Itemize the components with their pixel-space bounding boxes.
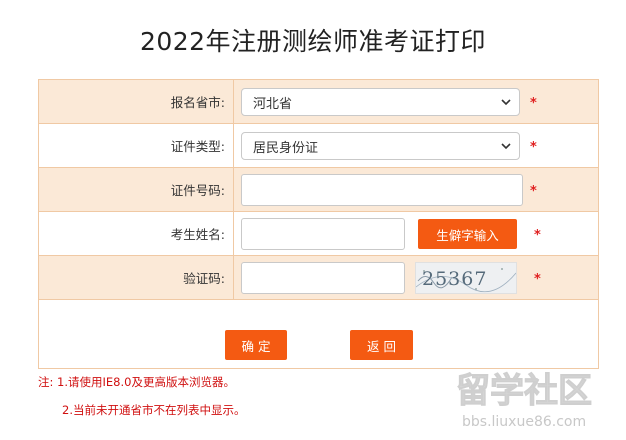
form-row-id-number: 证件号码: * <box>39 168 598 212</box>
form-actions: 确 定 返 回 <box>39 300 598 368</box>
form-row-id-type: 证件类型: 居民身份证 * <box>39 124 598 168</box>
form-row-name: 考生姓名: 生僻字输入 * <box>39 212 598 256</box>
captcha-graphic: 25367 <box>416 268 516 293</box>
back-button[interactable]: 返 回 <box>350 330 413 360</box>
required-mark: * <box>530 184 537 199</box>
page-title: 2022年注册测绘师准考证打印 <box>139 27 487 56</box>
rare-char-input-button[interactable]: 生僻字输入 <box>418 219 517 249</box>
watermark-logo: 留学社区 bbs.liuxue86.com <box>456 371 593 431</box>
chevron-down-icon <box>501 143 511 150</box>
watermark-url: bbs.liuxue86.com <box>462 414 586 430</box>
form-row-province: 报名省市: 河北省 * <box>39 80 598 124</box>
province-selected-value: 河北省 <box>253 96 293 112</box>
captcha-text: 25367 <box>422 268 487 290</box>
captcha-image[interactable]: 25367 <box>415 262 517 294</box>
province-select[interactable]: 河北省 <box>241 88 520 116</box>
required-mark: * <box>534 272 541 287</box>
captcha-label: 验证码: <box>39 256 234 299</box>
note-line-1: 注: 1.请使用IE8.0及更高版本浏览器。 <box>38 375 235 389</box>
id-type-label: 证件类型: <box>39 124 234 167</box>
note-line-2: 2.当前未开通省市不在列表中显示。 <box>62 403 246 417</box>
id-number-label: 证件号码: <box>39 168 234 211</box>
id-number-input[interactable] <box>241 174 523 206</box>
required-mark: * <box>530 140 537 155</box>
id-type-selected-value: 居民身份证 <box>253 140 319 156</box>
captcha-input[interactable] <box>241 262 405 294</box>
confirm-button[interactable]: 确 定 <box>225 330 287 360</box>
exam-ticket-form: 报名省市: 河北省 * 证件类型: 居民身份证 * 证件号码: * 考生姓名: … <box>38 79 599 369</box>
required-mark: * <box>534 228 541 243</box>
required-mark: * <box>530 96 537 111</box>
province-label: 报名省市: <box>39 80 234 123</box>
watermark-brand: 留学社区 <box>456 371 592 411</box>
name-label: 考生姓名: <box>39 212 234 255</box>
form-row-captcha: 验证码: 25367 * <box>39 256 598 300</box>
chevron-down-icon <box>501 99 511 106</box>
name-input[interactable] <box>241 218 405 250</box>
id-type-select[interactable]: 居民身份证 <box>241 132 520 160</box>
